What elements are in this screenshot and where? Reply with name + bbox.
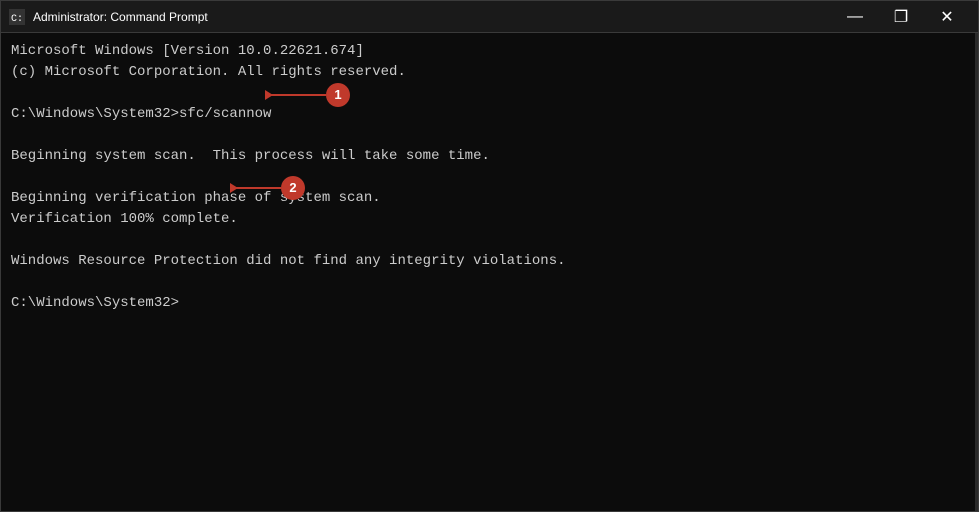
close-button[interactable]: ✕ (924, 1, 970, 33)
terminal-line-verification-phase: Beginning verification phase of system s… (11, 188, 968, 209)
terminal-line-empty (11, 125, 968, 146)
minimize-button[interactable]: — (832, 1, 878, 33)
terminal-line-empty (11, 230, 968, 251)
cmd-icon: C: (9, 9, 25, 25)
terminal-line: Beginning system scan. This process will… (11, 146, 968, 167)
window-controls: — ❐ ✕ (832, 1, 970, 33)
terminal-line-empty (11, 83, 968, 104)
window-title: Administrator: Command Prompt (33, 10, 832, 24)
title-bar: C: Administrator: Command Prompt — ❐ ✕ (1, 1, 978, 33)
terminal-line-empty (11, 167, 968, 188)
terminal-body[interactable]: Microsoft Windows [Version 10.0.22621.67… (1, 33, 978, 511)
terminal-line-verification-complete: Verification 100% complete. (11, 209, 968, 230)
window: C: Administrator: Command Prompt — ❐ ✕ M… (0, 0, 979, 512)
terminal-line-prompt: C:\Windows\System32> (11, 293, 968, 314)
terminal-line-protection: Windows Resource Protection did not find… (11, 251, 968, 272)
annotation-badge-2: 2 (281, 176, 305, 200)
terminal-line: Microsoft Windows [Version 10.0.22621.67… (11, 41, 968, 62)
annotation-badge-1: 1 (326, 83, 350, 107)
svg-text:C:: C: (11, 14, 23, 25)
terminal-output: Microsoft Windows [Version 10.0.22621.67… (11, 41, 968, 314)
terminal-line-empty (11, 272, 968, 293)
annotation-2: 2 (231, 176, 305, 200)
terminal-line-command: C:\Windows\System32>sfc/scannow (11, 104, 968, 125)
terminal-line: (c) Microsoft Corporation. All rights re… (11, 62, 968, 83)
border-accent (975, 33, 978, 511)
maximize-button[interactable]: ❐ (878, 1, 924, 33)
annotation-1: 1 (266, 83, 350, 107)
